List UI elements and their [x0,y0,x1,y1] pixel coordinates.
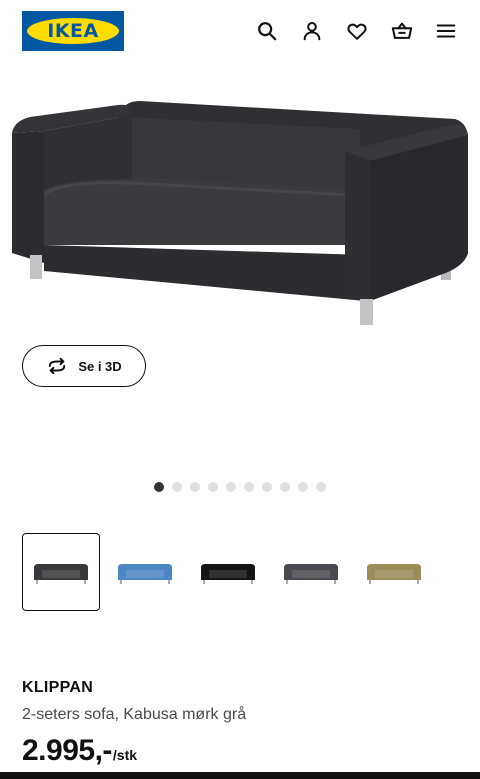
sofa-left-armrest [12,131,44,263]
variant-thumbnail-olive[interactable] [355,533,433,611]
search-icon[interactable] [254,18,280,44]
sofa-leg [30,255,42,279]
gallery-dot[interactable] [316,482,326,492]
ikea-logo[interactable]: IKEA [22,11,124,51]
top-header: IKEA [0,0,480,66]
gallery-dot[interactable] [154,482,164,492]
variant-thumbnail-grey[interactable] [272,533,350,611]
product-description: 2-seters sofa, Kabusa mørk grå [22,706,247,723]
product-name: KLIPPAN [22,679,94,696]
gallery-dot[interactable] [298,482,308,492]
view-in-3d-label: Se i 3D [78,358,122,374]
gallery-dot[interactable] [172,482,182,492]
sofa-front [44,245,365,301]
price-unit: /stk [112,747,138,763]
variant-thumbnail-dark-grey-selected[interactable] [22,533,100,611]
gallery-dot[interactable] [190,482,200,492]
variant-thumbnail-black[interactable] [189,533,267,611]
price-value: 2.995,- [22,734,112,767]
gallery-dot[interactable] [280,482,290,492]
gallery-dot[interactable] [226,482,236,492]
menu-icon[interactable] [433,18,459,44]
gallery-dot[interactable] [244,482,254,492]
product-price: 2.995,- /stk [22,734,137,768]
variant-thumbnail-blue[interactable] [106,533,184,611]
rotate-3d-icon [49,357,66,375]
gallery-dot[interactable] [208,482,218,492]
cart-icon[interactable] [389,18,415,44]
gallery-dot[interactable] [262,482,272,492]
bottom-bar [0,772,480,779]
account-icon[interactable] [299,18,325,44]
gallery-pagination [154,482,326,492]
product-main-image[interactable] [0,95,480,335]
view-in-3d-button[interactable]: Se i 3D [22,345,146,387]
color-variant-thumbnails [22,533,458,611]
logo-text: IKEA [47,19,99,42]
logo-oval: IKEA [27,18,119,44]
sofa-leg [360,299,373,325]
favourites-icon[interactable] [344,18,370,44]
